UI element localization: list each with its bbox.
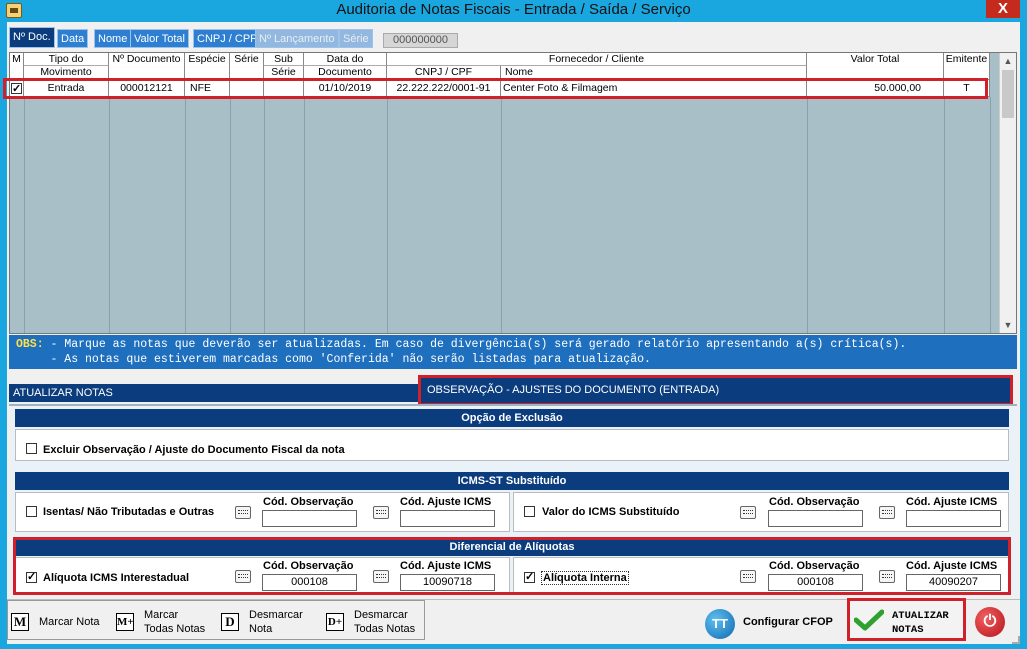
tab-atualizar-notas[interactable]: ATUALIZAR NOTAS bbox=[9, 384, 419, 402]
tab-n-lancamento[interactable]: Nº Lançamento bbox=[255, 29, 339, 48]
row-cnpj: 22.222.222/0001-91 bbox=[387, 80, 501, 97]
row-emitente: T bbox=[944, 80, 990, 97]
col-cnpj-header[interactable]: CNPJ / CPF bbox=[387, 66, 501, 79]
column-divider bbox=[807, 97, 808, 333]
row-tipo: Entrada bbox=[24, 80, 109, 97]
col-emitente-header[interactable]: Emitente bbox=[944, 53, 990, 79]
table-row[interactable]: Entrada 000012121 NFE 01/10/2019 22.222.… bbox=[10, 80, 990, 97]
row-especie: NFE bbox=[185, 80, 230, 97]
tab-serie[interactable]: Série bbox=[339, 29, 373, 48]
row-valor: 50.000,00 bbox=[807, 80, 944, 97]
atualizar-notas-button[interactable]: ATUALIZAR NOTAS bbox=[847, 598, 966, 641]
col-valor-header[interactable]: Valor Total bbox=[807, 53, 944, 79]
column-divider bbox=[304, 97, 305, 333]
sort-tabs: Nº Doc. Data Nome Valor Total CNPJ / CPF… bbox=[7, 22, 1020, 52]
col-data-header-bottom[interactable]: Documento bbox=[304, 66, 387, 79]
grid-scrollbar[interactable]: ▲ ▼ bbox=[999, 53, 1016, 333]
column-divider bbox=[944, 97, 945, 333]
row-data: 01/10/2019 bbox=[304, 80, 387, 97]
column-divider bbox=[501, 97, 502, 333]
row-nome: Center Foto & Filmagem bbox=[501, 80, 807, 97]
grid-header: M Tipo do Movimento Nº Documento Espécie… bbox=[10, 53, 990, 80]
close-button[interactable]: X bbox=[986, 0, 1020, 18]
col-tipo-header-bottom[interactable]: Movimento bbox=[24, 66, 109, 79]
column-divider bbox=[109, 97, 110, 333]
col-sub-header-bottom[interactable]: Série bbox=[264, 66, 304, 79]
tab-data[interactable]: Data bbox=[57, 29, 89, 48]
search-input[interactable]: 000000000 bbox=[383, 33, 458, 48]
client-area: Nº Doc. Data Nome Valor Total CNPJ / CPF… bbox=[7, 22, 1020, 644]
col-nome-header[interactable]: Nome bbox=[501, 66, 807, 79]
scroll-up-icon[interactable]: ▲ bbox=[1000, 53, 1016, 69]
scroll-down-icon[interactable]: ▼ bbox=[1000, 317, 1016, 333]
title-bar: Auditoria de Notas Fiscais - Entrada / S… bbox=[0, 0, 1027, 22]
row-checkbox[interactable] bbox=[11, 81, 22, 97]
col-serie-header[interactable]: Série bbox=[230, 53, 264, 79]
col-sub-header-top[interactable]: Sub bbox=[264, 53, 304, 66]
column-divider bbox=[990, 97, 991, 333]
atualizar-label-line1: ATUALIZAR bbox=[892, 610, 949, 622]
col-fornecedor-header[interactable]: Fornecedor / Cliente bbox=[387, 53, 807, 66]
tab-valor-total[interactable]: Valor Total bbox=[130, 29, 189, 48]
row-serie bbox=[230, 80, 264, 97]
tab-observacao-ajustes[interactable]: OBSERVAÇÃO - AJUSTES DO DOCUMENTO (ENTRA… bbox=[418, 375, 1013, 406]
atualizar-notas-label: ATUALIZAR NOTAS bbox=[892, 609, 949, 637]
row-sub-serie bbox=[264, 80, 304, 97]
col-m-header[interactable]: M bbox=[10, 53, 24, 79]
tab-ndoc[interactable]: Nº Doc. bbox=[9, 27, 55, 48]
row-ndoc: 000012121 bbox=[109, 80, 185, 97]
tab-nome[interactable]: Nome bbox=[94, 29, 132, 48]
column-divider bbox=[264, 97, 265, 333]
col-ndoc-header[interactable]: Nº Documento bbox=[109, 53, 185, 79]
tab-cnpj-cpf[interactable]: CNPJ / CPF bbox=[193, 29, 261, 48]
window-title: Auditoria de Notas Fiscais - Entrada / S… bbox=[336, 1, 691, 18]
column-divider bbox=[185, 97, 186, 333]
check-icon bbox=[854, 609, 884, 631]
column-divider bbox=[230, 97, 231, 333]
column-divider bbox=[24, 97, 25, 333]
col-tipo-header-top[interactable]: Tipo do bbox=[24, 53, 109, 66]
notes-grid[interactable]: M Tipo do Movimento Nº Documento Espécie… bbox=[9, 52, 1017, 334]
col-especie-header[interactable]: Espécie bbox=[185, 53, 230, 79]
row-checkbox-cell[interactable] bbox=[10, 80, 24, 97]
column-divider bbox=[387, 97, 388, 333]
atualizar-label-line2: NOTAS bbox=[892, 624, 924, 636]
col-data-header-top[interactable]: Data do bbox=[304, 53, 387, 66]
scroll-thumb[interactable] bbox=[1002, 70, 1014, 118]
